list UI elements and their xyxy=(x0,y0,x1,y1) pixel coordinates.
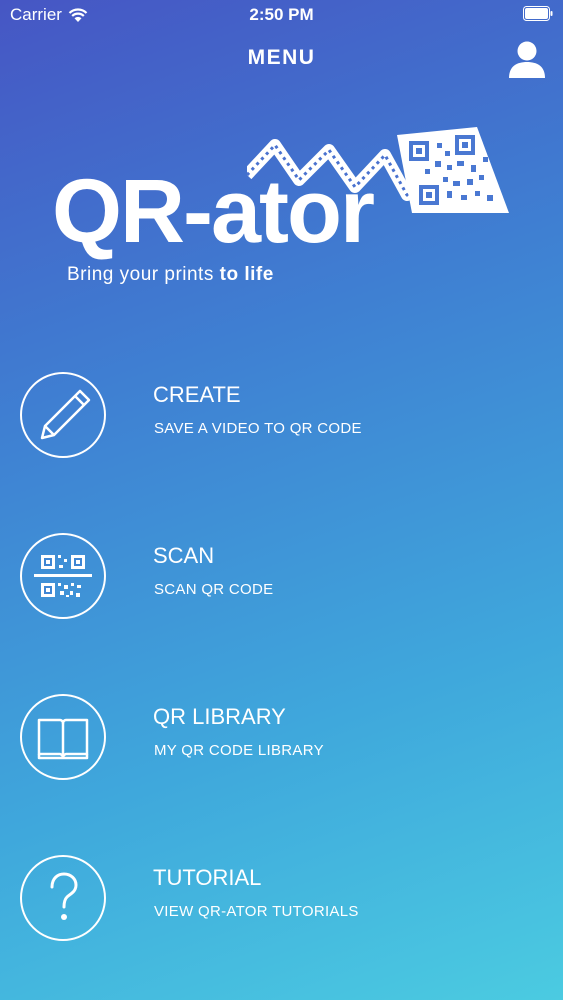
question-icon xyxy=(50,872,78,920)
menu-title-create: CREATE xyxy=(153,382,241,407)
menu-subtitle-scan: SCAN QR CODE xyxy=(154,581,274,598)
book-icon xyxy=(37,718,89,760)
qr-scan-icon xyxy=(34,555,92,597)
page-title: MENU xyxy=(247,46,316,69)
menu-title-tutorial: TUTORIAL xyxy=(153,865,262,890)
pencil-icon xyxy=(40,389,91,440)
menu-subtitle-tutorial: VIEW QR-ATOR TUTORIALS xyxy=(154,903,359,920)
logo-wordmark: QR-ator xyxy=(52,162,375,262)
menu-item-create[interactable]: CREATE SAVE A VIDEO TO QR CODE xyxy=(20,372,543,462)
menu-icon-create xyxy=(20,372,106,458)
navigation-bar: MENU xyxy=(0,38,563,82)
tagline-regular: Bring your prints xyxy=(67,264,220,285)
status-time: 2:50 PM xyxy=(249,5,314,24)
menu-item-qr-library[interactable]: QR LIBRARY MY QR CODE LIBRARY xyxy=(20,694,543,784)
tagline-bold: to life xyxy=(219,264,274,285)
menu-subtitle-create: SAVE A VIDEO TO QR CODE xyxy=(154,420,362,437)
menu-icon-tutorial xyxy=(20,855,106,941)
profile-button[interactable] xyxy=(505,38,549,82)
menu-subtitle-qr-library: MY QR CODE LIBRARY xyxy=(154,742,324,759)
qr-ator-logo: QR-ator Bring your prints to life xyxy=(52,125,512,290)
status-bar: Carrier 2:50 PM xyxy=(0,0,563,30)
logo-tagline: Bring your prints to life xyxy=(67,264,274,286)
battery-icon xyxy=(523,6,553,21)
menu-icon-library xyxy=(20,694,106,780)
menu-icon-scan xyxy=(20,533,106,619)
menu-item-tutorial[interactable]: TUTORIAL VIEW QR-ATOR TUTORIALS xyxy=(20,855,543,945)
menu-title-scan: SCAN xyxy=(153,543,215,568)
user-icon xyxy=(509,41,545,78)
menu-item-scan[interactable]: SCAN SCAN QR CODE xyxy=(20,533,543,623)
menu-title-qr-library: QR LIBRARY xyxy=(153,704,286,729)
